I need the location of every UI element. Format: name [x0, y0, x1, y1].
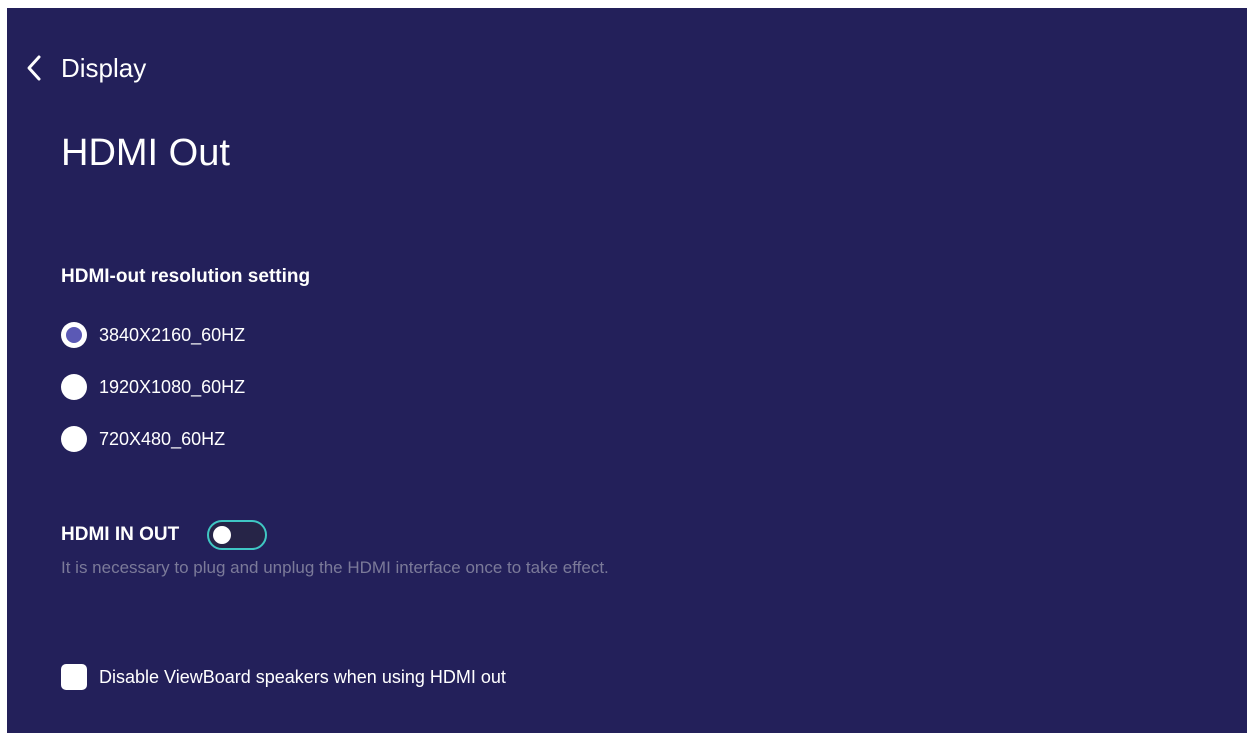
page-title: HDMI Out: [61, 132, 230, 174]
resolution-option-3840x2160[interactable]: 3840X2160_60HZ: [61, 320, 245, 350]
hdmi-in-out-row: HDMI IN OUT: [61, 518, 268, 552]
chevron-left-icon[interactable]: [23, 53, 45, 83]
settings-screen: Display HDMI Out HDMI-out resolution set…: [7, 8, 1247, 733]
disable-speakers-checkbox[interactable]: [61, 664, 87, 690]
radio-selected[interactable]: [61, 322, 87, 348]
disable-speakers-label: Disable ViewBoard speakers when using HD…: [99, 666, 506, 687]
radio-unselected[interactable]: [61, 374, 87, 400]
toggle-knob: [213, 526, 232, 544]
hdmi-in-out-label: HDMI IN OUT: [61, 524, 180, 545]
radio-dot: [66, 327, 82, 343]
resolution-option-label: 3840X2160_60HZ: [99, 324, 246, 345]
back-button[interactable]: Display: [23, 50, 146, 86]
resolution-option-label: 720X480_60HZ: [99, 428, 226, 449]
resolution-option-720x480[interactable]: 720X480_60HZ: [61, 424, 225, 454]
resolution-section-title: HDMI-out resolution setting: [61, 266, 311, 287]
hdmi-in-out-hint: It is necessary to plug and unplug the H…: [61, 558, 609, 577]
back-label: Display: [61, 52, 147, 83]
resolution-option-label: 1920X1080_60HZ: [99, 376, 246, 397]
hdmi-in-out-toggle[interactable]: [207, 520, 268, 550]
disable-speakers-option[interactable]: Disable ViewBoard speakers when using HD…: [61, 662, 506, 692]
radio-unselected[interactable]: [61, 426, 87, 452]
resolution-option-1920x1080[interactable]: 1920X1080_60HZ: [61, 372, 245, 402]
